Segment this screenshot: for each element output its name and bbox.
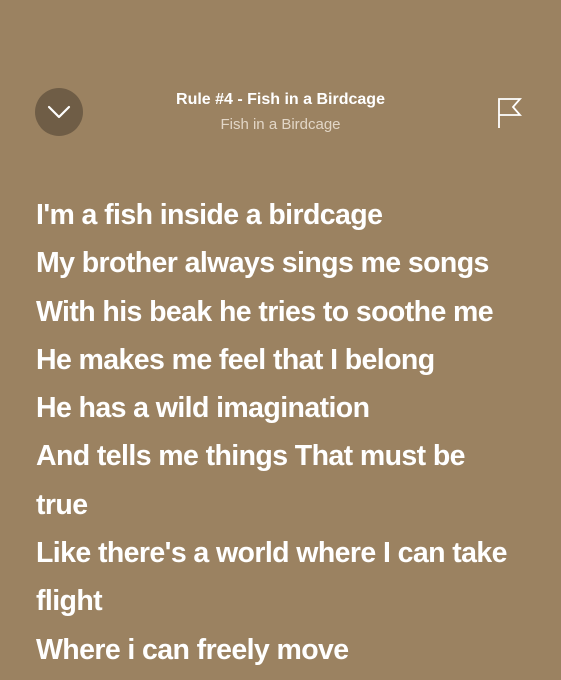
track-subtitle: Fish in a Birdcage: [220, 116, 341, 133]
lyrics-panel: I'm a fish inside a birdcage My brother …: [36, 191, 536, 674]
chevron-down-icon: [47, 105, 71, 119]
lyric-line[interactable]: My brother always sings me songs: [36, 239, 536, 287]
lyric-line[interactable]: Where i can freely move: [36, 626, 536, 674]
lyric-line[interactable]: I'm a fish inside a birdcage: [36, 191, 536, 239]
lyric-line[interactable]: flight: [36, 577, 536, 625]
track-title: Rule #4 - Fish in a Birdcage: [176, 91, 385, 108]
lyric-line[interactable]: With his beak he tries to soothe me: [36, 288, 536, 336]
player-header: Rule #4 - Fish in a Birdcage Fish in a B…: [0, 0, 561, 160]
lyric-line[interactable]: He has a wild imagination: [36, 384, 536, 432]
track-info: Rule #4 - Fish in a Birdcage Fish in a B…: [120, 90, 441, 135]
report-button[interactable]: [496, 96, 524, 130]
collapse-button[interactable]: [35, 88, 83, 136]
lyric-line[interactable]: true: [36, 481, 536, 529]
flag-icon: [498, 98, 522, 128]
lyric-line[interactable]: Like there's a world where I can take: [36, 529, 536, 577]
lyric-line[interactable]: And tells me things That must be: [36, 432, 536, 480]
lyric-line[interactable]: He makes me feel that I belong: [36, 336, 536, 384]
